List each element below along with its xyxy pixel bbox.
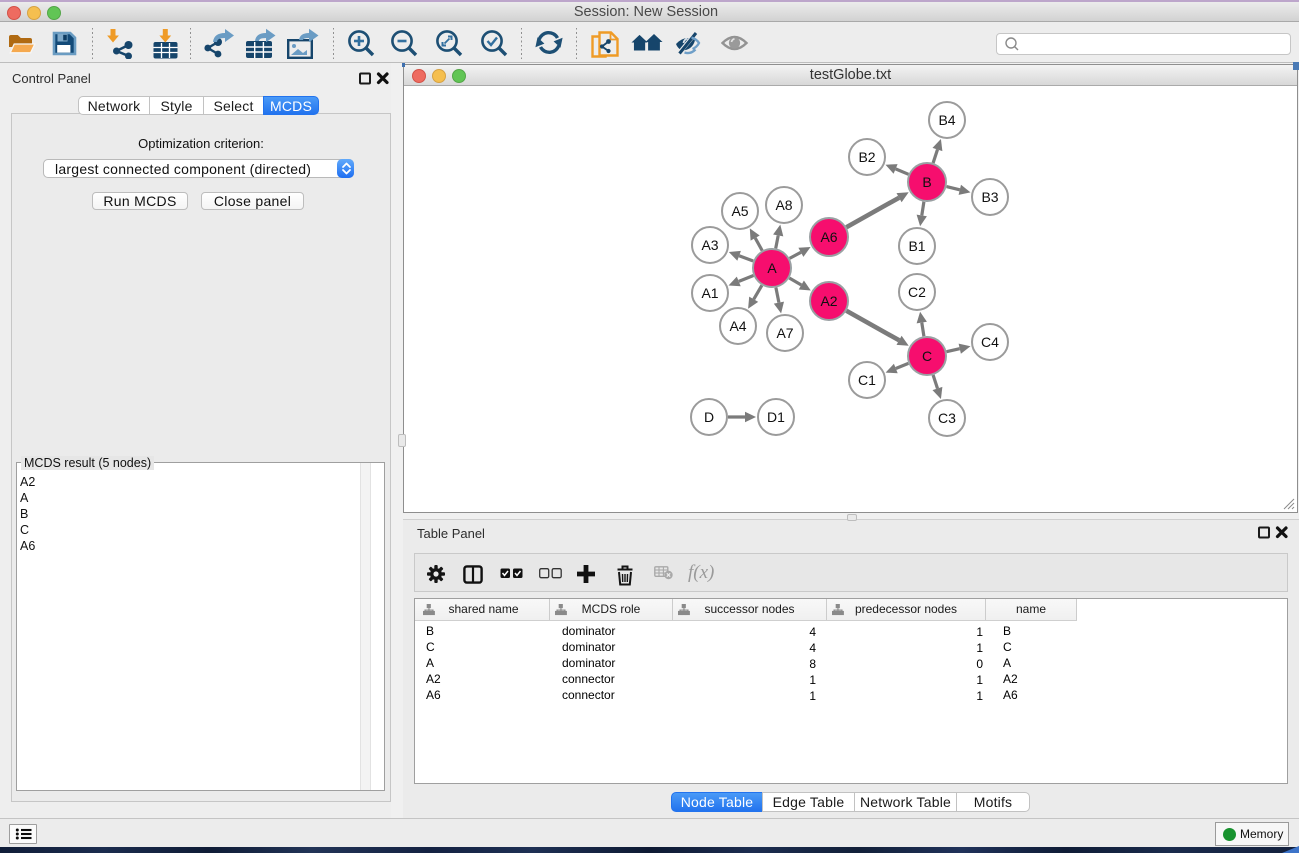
svg-text:A6: A6: [820, 229, 837, 245]
svg-text:A2: A2: [820, 293, 837, 309]
svg-text:B4: B4: [938, 112, 955, 128]
svg-text:C: C: [922, 348, 932, 364]
svg-text:C1: C1: [858, 372, 876, 388]
svg-text:C4: C4: [981, 334, 999, 350]
svg-text:A7: A7: [776, 325, 793, 341]
svg-text:C2: C2: [908, 284, 926, 300]
svg-text:B1: B1: [908, 238, 925, 254]
svg-text:C3: C3: [938, 410, 956, 426]
svg-text:A5: A5: [731, 203, 748, 219]
svg-text:B: B: [922, 174, 931, 190]
svg-text:A4: A4: [729, 318, 746, 334]
svg-text:A1: A1: [701, 285, 718, 301]
svg-text:D1: D1: [767, 409, 785, 425]
svg-text:A8: A8: [775, 197, 792, 213]
svg-text:A3: A3: [701, 237, 718, 253]
svg-text:B3: B3: [981, 189, 998, 205]
svg-text:D: D: [704, 409, 714, 425]
svg-text:A: A: [767, 260, 777, 276]
svg-text:B2: B2: [858, 149, 875, 165]
